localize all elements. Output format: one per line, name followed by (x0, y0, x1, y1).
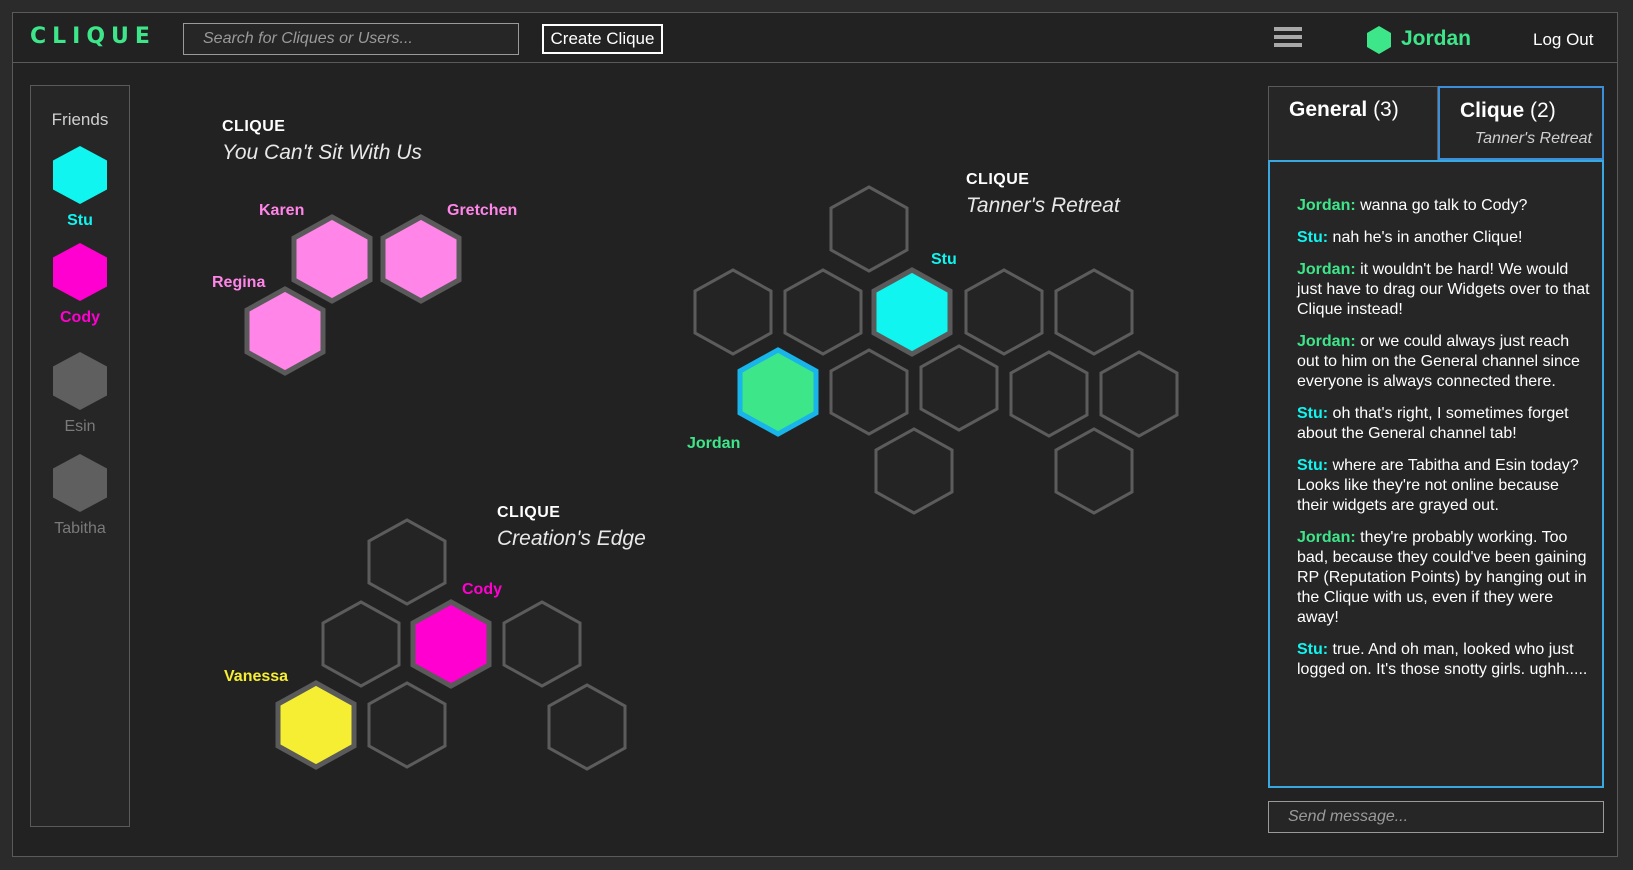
message-text: oh that's right, I sometimes forget abou… (1297, 405, 1569, 442)
clique-label: CLIQUE (497, 504, 561, 521)
tab-count: (2) (1530, 99, 1556, 122)
chat-message: Jordan: they're probably working. Too ba… (1297, 528, 1594, 628)
empty-hex-slot[interactable] (783, 268, 863, 356)
tab-subtitle: Tanner's Retreat (1474, 130, 1592, 147)
clique-label: CLIQUE (222, 118, 286, 135)
clique-you-cant-sit-with-us-grid (247, 217, 459, 373)
widget-hex-cody[interactable] (413, 602, 489, 686)
message-author: Stu: (1297, 457, 1329, 474)
empty-hex-slot[interactable] (1099, 350, 1179, 438)
empty-hex-slot[interactable] (693, 268, 773, 356)
message-author: Stu: (1297, 229, 1329, 246)
empty-hex-slot[interactable] (367, 681, 447, 769)
chat-message: Stu: nah he's in another Clique! (1297, 228, 1594, 248)
empty-hex-slot[interactable] (919, 344, 999, 432)
member-label-cody: Cody (462, 581, 502, 598)
clique-tanners-retreat-grid (693, 185, 1179, 515)
message-author: Jordan: (1297, 261, 1356, 278)
message-text: wanna go talk to Cody? (1355, 197, 1528, 214)
empty-hex-slot[interactable] (367, 518, 447, 606)
message-author: Jordan: (1297, 333, 1356, 350)
member-label-stu: Stu (931, 251, 957, 268)
chat-message: Jordan: wanna go talk to Cody? (1297, 196, 1594, 216)
message-text: where are Tabitha and Esin today? Looks … (1297, 457, 1579, 514)
chat-message: Stu: where are Tabitha and Esin today? L… (1297, 456, 1594, 516)
message-text: true. And oh man, looked who just logged… (1297, 641, 1588, 678)
tab-general[interactable]: General (3) (1268, 86, 1438, 160)
clique-name[interactable]: You Can't Sit With Us (222, 141, 422, 165)
clique-label: CLIQUE (966, 171, 1030, 188)
empty-hex-slot[interactable] (502, 600, 582, 688)
member-label-regina: Regina (212, 274, 266, 291)
message-author: Jordan: (1297, 529, 1356, 546)
chat-tabs: General (3) Clique (2) Tanner's Retreat (1268, 86, 1604, 160)
widget-hex-karen[interactable] (294, 217, 370, 301)
widget-hex-stu[interactable] (874, 270, 950, 354)
message-author: Stu: (1297, 641, 1329, 658)
empty-hex-slot[interactable] (874, 427, 954, 515)
empty-hex-slot[interactable] (829, 185, 909, 273)
empty-hex-slot[interactable] (547, 683, 627, 771)
widget-hex-regina[interactable] (247, 289, 323, 373)
message-author: Stu: (1297, 405, 1329, 422)
empty-hex-slot[interactable] (1054, 268, 1134, 356)
empty-hex-slot[interactable] (964, 268, 1044, 356)
tab-count: (3) (1373, 98, 1399, 121)
chat-message: Jordan: or we could always just reach ou… (1297, 332, 1594, 392)
message-author: Jordan: (1297, 197, 1356, 214)
member-label-jordan: Jordan (687, 435, 741, 452)
member-label-gretchen: Gretchen (447, 202, 518, 219)
tab-title: Clique (1460, 99, 1525, 122)
clique-name[interactable]: Tanner's Retreat (966, 194, 1120, 218)
member-label-vanessa: Vanessa (224, 668, 289, 685)
chat-message: Jordan: it wouldn't be hard! We would ju… (1297, 260, 1594, 320)
chat-message: Stu: oh that's right, I sometimes forget… (1297, 404, 1594, 444)
widget-hex-jordan[interactable] (740, 350, 816, 434)
message-text: nah he's in another Clique! (1328, 229, 1523, 246)
empty-hex-slot[interactable] (1009, 350, 1089, 438)
tab-title: General (1289, 98, 1368, 121)
tab-clique[interactable]: Clique (2) Tanner's Retreat (1438, 86, 1604, 160)
send-message-input[interactable] (1268, 801, 1604, 833)
clique-name[interactable]: Creation's Edge (497, 527, 646, 551)
chat-messages[interactable]: Jordan: wanna go talk to Cody? Stu: nah … (1268, 160, 1604, 788)
empty-hex-slot[interactable] (321, 600, 401, 688)
widget-hex-gretchen[interactable] (383, 217, 459, 301)
chat-message: Stu: true. And oh man, looked who just l… (1297, 640, 1594, 680)
empty-hex-slot[interactable] (829, 348, 909, 436)
clique-creations-edge-grid (278, 518, 627, 771)
member-label-karen: Karen (259, 202, 305, 219)
empty-hex-slot[interactable] (1054, 427, 1134, 515)
widget-hex-vanessa[interactable] (278, 683, 354, 767)
